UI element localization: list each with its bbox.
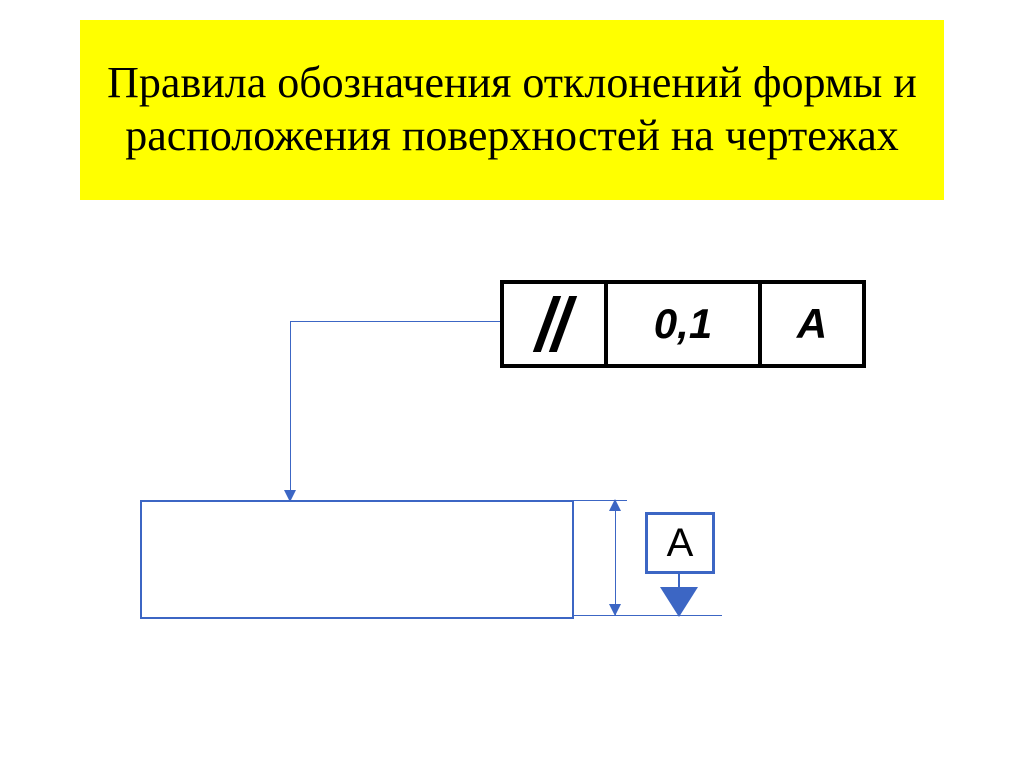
datum-label: А [667, 521, 694, 566]
leader-horizontal [290, 321, 500, 322]
dimension-line [615, 500, 616, 615]
datum-box: А [645, 512, 715, 574]
dimension-arrow-down-icon [609, 604, 621, 616]
tolerance-datum-cell: А [762, 284, 862, 364]
slide-title: Правила обозначения отклонений формы и р… [80, 20, 944, 200]
tolerance-symbol-cell [504, 284, 608, 364]
parallelism-icon [529, 299, 579, 349]
dimension-arrow-up-icon [609, 499, 621, 511]
leader-vertical [290, 321, 291, 499]
tolerance-value-cell: 0,1 [608, 284, 762, 364]
extension-line-bottom [572, 615, 722, 616]
part-outline [140, 500, 574, 619]
datum-triangle-icon [660, 587, 698, 617]
tolerance-frame: 0,1 А [500, 280, 866, 368]
